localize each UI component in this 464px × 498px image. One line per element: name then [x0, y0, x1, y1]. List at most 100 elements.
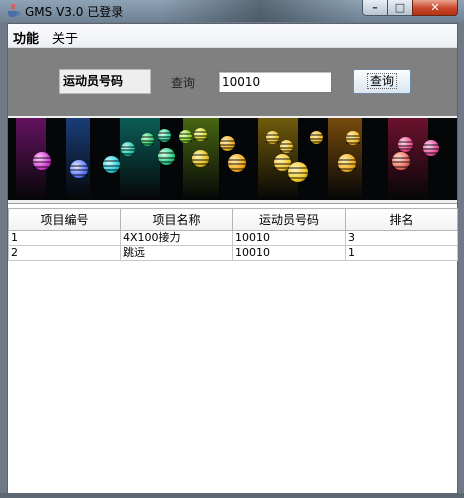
ball-stripe — [179, 140, 192, 142]
ball-stripe — [158, 132, 171, 134]
ball-stripe — [220, 144, 235, 146]
minimize-button[interactable]: – — [362, 0, 388, 16]
query-type-selector[interactable]: 运动员号码 — [59, 69, 151, 94]
ball-stripe — [194, 131, 207, 133]
ball-stripe — [310, 134, 323, 136]
ball-stripe — [280, 143, 293, 145]
ball-stripe — [158, 161, 175, 163]
banner-ball — [70, 160, 88, 178]
banner-light-ray — [66, 118, 90, 200]
ball-stripe — [423, 148, 439, 150]
banner-ball — [121, 142, 135, 156]
minimize-icon: – — [372, 1, 378, 14]
table-cell[interactable]: 10010 — [232, 230, 346, 246]
menu-bar: 功能 关于 — [8, 24, 457, 48]
banner-ball — [398, 137, 413, 152]
ball-stripe — [70, 169, 88, 171]
ball-stripe — [121, 149, 135, 151]
ball-stripe — [423, 152, 439, 154]
ball-stripe — [158, 152, 175, 154]
title-bar[interactable]: GMS V3.0 已登录 – □ ✕ — [0, 0, 464, 22]
table-cell[interactable]: 4X100接力 — [120, 230, 233, 246]
java-coffee-icon — [8, 3, 20, 17]
ball-stripe — [392, 157, 410, 159]
table-cell[interactable]: 跳远 — [120, 245, 233, 261]
ball-stripe — [338, 168, 356, 170]
window-bottom-border — [0, 493, 464, 498]
ball-stripe — [346, 135, 360, 137]
ball-stripe — [220, 140, 235, 142]
column-header-event-name[interactable]: 项目名称 — [120, 208, 233, 231]
banner-ball — [266, 131, 279, 144]
banner-ball — [179, 130, 192, 143]
ball-stripe — [121, 146, 135, 148]
table-cell[interactable]: 3 — [345, 230, 458, 246]
ball-stripe — [194, 135, 207, 137]
table-cell[interactable]: 1 — [345, 245, 458, 261]
ball-stripe — [192, 163, 209, 165]
decorative-banner — [8, 118, 457, 200]
ball-stripe — [228, 168, 246, 170]
ball-stripe — [274, 158, 291, 160]
ball-stripe — [192, 154, 209, 156]
ball-stripe — [398, 148, 413, 150]
results-table-panel[interactable]: 项目编号 项目名称 运动员号码 排名 1 4X100接力 10010 3 2 跳… — [8, 203, 458, 493]
ball-stripe — [398, 141, 413, 143]
ball-stripe — [266, 138, 279, 140]
banner-light-ray — [120, 118, 160, 200]
column-header-event-id[interactable]: 项目编号 — [8, 208, 121, 231]
query-panel: 运动员号码 查询 查询 — [8, 48, 457, 116]
ball-stripe — [274, 163, 291, 165]
close-button[interactable]: ✕ — [412, 0, 458, 16]
ball-stripe — [288, 172, 308, 174]
table-cell[interactable]: 2 — [8, 245, 121, 261]
ball-stripe — [141, 136, 154, 138]
query-button[interactable]: 查询 — [353, 69, 411, 94]
ball-stripe — [194, 138, 207, 140]
ball-stripe — [392, 166, 410, 168]
ball-stripe — [179, 137, 192, 139]
table-cell[interactable]: 10010 — [232, 245, 346, 261]
ball-stripe — [179, 133, 192, 135]
table-cell[interactable]: 1 — [8, 230, 121, 246]
banner-ball — [288, 162, 308, 182]
ball-stripe — [346, 142, 360, 144]
ball-stripe — [338, 163, 356, 165]
results-table: 项目编号 项目名称 运动员号码 排名 1 4X100接力 10010 3 2 跳… — [8, 208, 458, 261]
titlebar-background — [160, 0, 360, 22]
maximize-icon: □ — [394, 1, 406, 14]
ball-stripe — [103, 160, 120, 162]
ball-stripe — [158, 157, 175, 159]
ball-stripe — [310, 138, 323, 140]
menu-function[interactable]: 功能 — [11, 28, 41, 47]
ball-stripe — [141, 140, 154, 142]
banner-ball — [423, 140, 439, 156]
ball-stripe — [33, 166, 51, 168]
query-button-label: 查询 — [366, 73, 397, 89]
ball-stripe — [280, 147, 293, 149]
ball-stripe — [288, 167, 308, 169]
banner-ball — [346, 131, 360, 145]
ball-stripe — [158, 139, 171, 141]
maximize-button[interactable]: □ — [387, 0, 413, 16]
ball-stripe — [70, 174, 88, 176]
query-label: 查询 — [171, 76, 196, 90]
table-row[interactable]: 1 4X100接力 10010 3 — [8, 230, 458, 246]
ball-stripe — [288, 177, 308, 179]
ball-stripe — [103, 169, 120, 171]
menu-about[interactable]: 关于 — [50, 28, 80, 47]
column-header-athlete-number[interactable]: 运动员号码 — [232, 208, 346, 231]
column-header-rank[interactable]: 排名 — [345, 208, 458, 231]
banner-ball — [33, 152, 51, 170]
ball-stripe — [228, 163, 246, 165]
banner-ball — [194, 128, 207, 141]
athlete-number-input[interactable] — [218, 71, 332, 93]
table-header-row: 项目编号 项目名称 运动员号码 排名 — [8, 208, 458, 231]
ball-stripe — [228, 159, 246, 161]
banner-ball — [228, 154, 246, 172]
close-icon: ✕ — [430, 1, 440, 14]
banner-ball — [392, 152, 410, 170]
banner-ball — [141, 133, 154, 146]
ball-stripe — [33, 161, 51, 163]
table-row[interactable]: 2 跳远 10010 1 — [8, 245, 458, 261]
